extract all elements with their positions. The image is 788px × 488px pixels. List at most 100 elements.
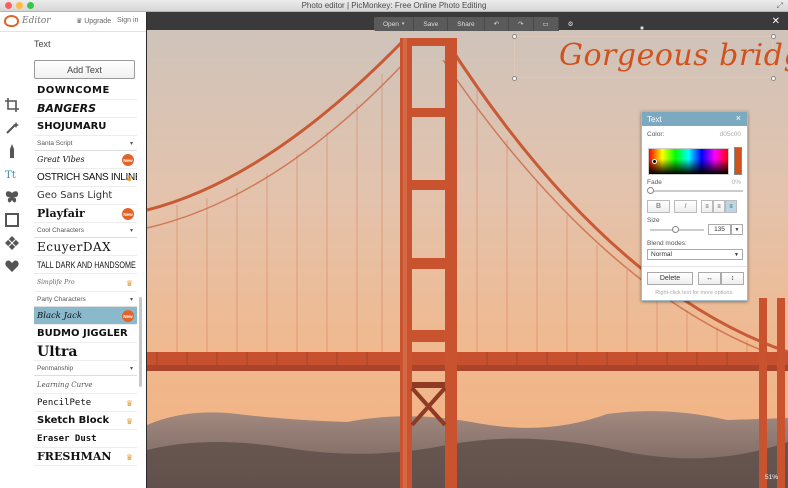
palette-header[interactable]: Text × (642, 112, 747, 126)
font-list-item[interactable]: DOWNCOME (34, 82, 137, 100)
font-list-item[interactable]: Eraser Dust (34, 430, 137, 448)
bold-button[interactable]: B (647, 200, 670, 213)
add-text-button[interactable]: Add Text (34, 60, 135, 79)
logo[interactable]: Editor (4, 15, 51, 27)
fade-slider-knob[interactable] (647, 187, 654, 194)
chevron-down-icon: ▾ (129, 141, 133, 147)
color-spectrum-picker[interactable] (648, 148, 729, 175)
font-list-scrollbar[interactable] (139, 297, 142, 387)
rotate-handle[interactable] (640, 26, 644, 30)
resize-handle-top-left[interactable] (512, 34, 517, 39)
picmonkey-logo-icon (4, 15, 19, 27)
font-name: OSTRICH SANS INLINE (37, 172, 137, 183)
text-tool-icon[interactable]: Tt (3, 165, 21, 183)
font-category-header[interactable]: Cool Characters ▾ (34, 223, 137, 238)
upgrade-label: Upgrade (84, 18, 112, 25)
font-list-item[interactable]: BANGERS (34, 100, 137, 118)
logo-text: Editor (22, 16, 51, 26)
font-list-item[interactable]: Simplife Pro ♛ (34, 274, 137, 292)
save-label: Save (423, 20, 439, 28)
font-list-item[interactable]: OSTRICH SANS INLINE ♛ (34, 169, 137, 187)
open-label: Open (383, 20, 399, 28)
font-category-header[interactable]: Penmanship ▾ (34, 361, 137, 376)
delete-button[interactable]: Delete (647, 272, 693, 285)
font-list-item[interactable]: Playfair New (34, 205, 137, 223)
tool-rail: Tt (0, 32, 25, 488)
font-list-item[interactable]: BUDMO JIGGLER (34, 325, 137, 343)
font-name: SHOJUMARU (37, 121, 107, 132)
color-picker-cursor[interactable] (652, 159, 657, 164)
size-input[interactable]: 135 (708, 224, 731, 235)
settings-gear-icon[interactable]: ⚙ (559, 17, 583, 31)
undo-icon[interactable]: ↶ (485, 17, 510, 31)
zoom-level[interactable]: 51% (765, 474, 778, 481)
history-icon[interactable]: ▭ (534, 17, 559, 31)
style-buttons: B I (647, 200, 697, 213)
fullscreen-icon[interactable]: ⤢ (777, 1, 783, 11)
close-editor-icon[interactable]: ✕ (772, 16, 780, 27)
line-spacing-icon[interactable]: ↕ (721, 272, 744, 285)
align-left-icon[interactable]: ≡ (701, 200, 713, 213)
align-right-icon[interactable]: ≡ (725, 200, 737, 213)
font-list-item[interactable]: Ultra (34, 343, 137, 361)
font-name: Great Vibes (37, 155, 85, 164)
size-slider-knob[interactable] (672, 226, 679, 233)
font-list-item[interactable]: Geo Sans Light (34, 187, 137, 205)
font-name: TALL DARK AND HANDSOME (37, 259, 136, 270)
font-list-item[interactable]: Great Vibes New (34, 151, 137, 169)
premium-crown-icon: ♛ (125, 399, 133, 408)
font-list-item[interactable]: FRESHMAN ♛ (34, 448, 137, 466)
magic-wand-tool-icon[interactable] (3, 119, 21, 137)
font-category-header[interactable]: Party Characters ▾ (34, 292, 137, 307)
panel-title: Text (34, 39, 51, 49)
touchup-brush-icon[interactable] (3, 142, 21, 160)
crop-tool-icon[interactable] (3, 96, 21, 114)
premium-crown-icon: ♛ (125, 453, 133, 462)
font-name: Black Jack (37, 310, 83, 321)
palette-divider (642, 266, 747, 267)
themes-heart-icon[interactable] (3, 257, 21, 275)
fade-slider-track[interactable] (650, 190, 743, 192)
svg-text:Tt: Tt (5, 170, 16, 181)
share-button[interactable]: Share (448, 17, 485, 31)
overlays-butterfly-icon[interactable] (3, 188, 21, 206)
resize-handle-bottom-right[interactable] (771, 76, 776, 81)
text-properties-palette: Text × Color: d05c00 Fade 0% B I ≡ ≡ ≡ S… (641, 111, 748, 301)
font-list-item[interactable]: EcuyerDAX (34, 238, 137, 256)
font-list-item[interactable]: SHOJUMARU (34, 118, 137, 136)
size-dropdown-icon[interactable]: ▼ (731, 224, 743, 235)
new-badge: New (122, 310, 134, 322)
font-name: FRESHMAN (37, 450, 112, 463)
font-list-item[interactable]: PencilPete ♛ (34, 394, 137, 412)
open-button[interactable]: Open ▾ (374, 17, 415, 31)
save-button[interactable]: Save (414, 17, 449, 31)
signin-link[interactable]: Sign in (117, 17, 138, 24)
premium-crown-icon: ♛ (125, 417, 133, 426)
font-name: BUDMO JIGGLER (37, 328, 128, 339)
font-name: Sketch Block (37, 415, 110, 426)
textures-icon[interactable] (3, 234, 21, 252)
letter-spacing-icon[interactable]: ↔ (698, 272, 721, 285)
font-name: Eraser Dust (37, 433, 97, 444)
font-list-item[interactable]: Learning Curve (34, 376, 137, 394)
picmonkey-window: Photo editor | PicMonkey: Free Online Ph… (0, 0, 788, 488)
blend-mode-select[interactable]: Normal ▼ (647, 249, 743, 260)
font-list-item[interactable]: Sketch Block ♛ (34, 412, 137, 430)
italic-button[interactable]: I (674, 200, 697, 213)
color-hex-value[interactable]: d05c00 (720, 131, 741, 138)
upgrade-link[interactable]: ♛ Upgrade (76, 17, 111, 25)
redo-icon[interactable]: ↷ (509, 17, 534, 31)
font-list-item[interactable]: Black Jack New (34, 307, 137, 325)
category-label: Cool Characters (37, 226, 84, 234)
font-list-item[interactable]: TALL DARK AND HANDSOME (34, 256, 137, 274)
font-category-header[interactable]: Santa Script ▾ (34, 136, 137, 151)
color-label: Color: (647, 131, 665, 138)
overlay-text[interactable]: Gorgeous bridge! (559, 38, 788, 73)
align-center-icon[interactable]: ≡ (713, 200, 725, 213)
color-swatch[interactable] (734, 147, 742, 175)
palette-close-icon[interactable]: × (736, 113, 741, 123)
font-name: Learning Curve (37, 380, 93, 389)
resize-handle-bottom-left[interactable] (512, 76, 517, 81)
frames-icon[interactable] (3, 211, 21, 229)
chevron-down-icon: ▾ (401, 21, 405, 27)
